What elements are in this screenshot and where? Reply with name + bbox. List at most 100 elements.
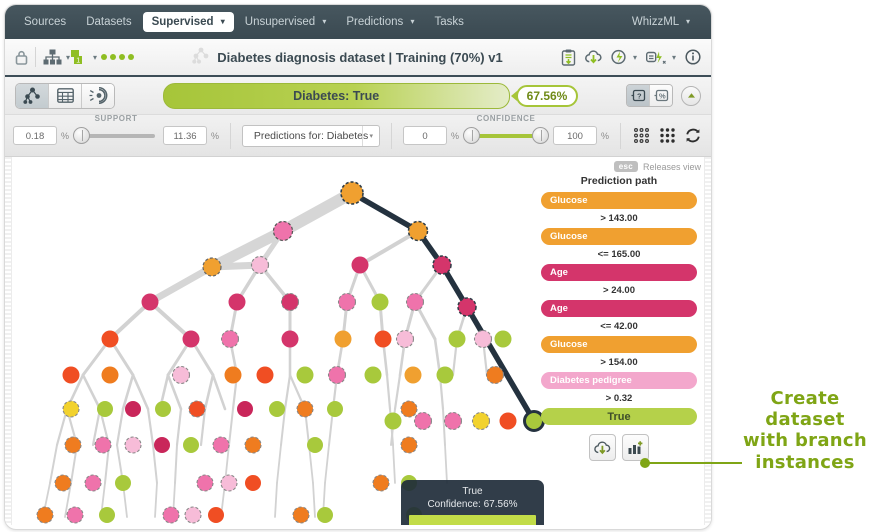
tree-node: [124, 436, 142, 454]
confidence-slider[interactable]: [463, 126, 550, 146]
view-toolbar: Diabetes: True 67.56% ? %: [5, 77, 711, 115]
model-type-icon[interactable]: ▾: [43, 49, 70, 65]
evaluation-icon[interactable]: ▾: [645, 49, 676, 65]
nav-item-predictions[interactable]: Predictions ▾: [337, 12, 423, 32]
path-step-field-label: Age: [550, 303, 568, 314]
collapse-panel-button[interactable]: [681, 85, 701, 106]
svg-text:1: 1: [76, 58, 80, 65]
field-select[interactable]: Predictions for: Diabetes ▾: [241, 124, 381, 147]
path-step-field[interactable]: Age: [541, 300, 697, 317]
info-icon[interactable]: [685, 49, 701, 65]
tree-node: [280, 292, 300, 312]
status-dots: [101, 54, 135, 60]
nav-item-supervised[interactable]: Supervised ▾: [142, 12, 234, 32]
view-table-button[interactable]: [49, 83, 82, 108]
cloud-download-icon[interactable]: [585, 49, 602, 65]
path-step-field-label: Glucose: [550, 231, 588, 242]
show-percent-toggle[interactable]: %: [650, 85, 672, 106]
tree-node: [473, 329, 493, 349]
tree-node: [184, 506, 202, 524]
tree-node: [36, 506, 54, 524]
support-min-input[interactable]: 0.18: [13, 126, 57, 145]
prediction-summary: Diabetes: True 67.56%: [123, 82, 618, 109]
nav-item-whizzml[interactable]: WhizzML ▾: [623, 12, 699, 32]
tree-node: [220, 329, 240, 349]
tree-node: [471, 411, 491, 431]
tree-node: [296, 400, 314, 418]
confidence-slider-min-knob[interactable]: [463, 127, 481, 144]
tree-node: [256, 366, 274, 384]
tree-node: [372, 474, 390, 492]
node-tooltip: True Confidence: 67.56% 8 instances 1.49…: [401, 480, 544, 525]
tree-node: [141, 293, 159, 311]
tree-node: [432, 255, 452, 275]
path-step-field-label: Diabetes pedigree: [550, 375, 632, 386]
node-density-icon[interactable]: [658, 125, 678, 147]
filter-fields-icon[interactable]: [632, 125, 652, 147]
objective-field-icon[interactable]: 1 ▾: [70, 49, 97, 65]
annotation-text: Create dataset with branch instances: [743, 388, 867, 473]
support-max-input[interactable]: 11.36: [163, 126, 208, 145]
chevron-down-icon: ▾: [685, 17, 690, 27]
tree-edges: [42, 187, 489, 518]
path-step-field[interactable]: Glucose: [541, 336, 697, 353]
tree-node: [494, 330, 512, 348]
divider: [620, 122, 621, 149]
divider: [391, 122, 393, 149]
support-slider[interactable]: [73, 126, 159, 146]
tree-node: [281, 330, 299, 348]
create-dataset-icon[interactable]: [622, 434, 649, 461]
view-options: ? %: [626, 84, 701, 107]
confidence-slider-max-knob[interactable]: [532, 127, 550, 144]
support-slider-min-knob[interactable]: [73, 127, 91, 144]
tree-node: [202, 257, 222, 277]
tree-node: [62, 366, 80, 384]
nav-item-tasks[interactable]: Tasks: [425, 12, 472, 32]
support-label: SUPPORT: [94, 113, 138, 123]
path-step-field[interactable]: Glucose: [541, 192, 697, 209]
reset-icon[interactable]: [683, 125, 703, 147]
tree-node: [188, 400, 206, 418]
path-step-condition: > 24.00: [603, 285, 635, 296]
nav-item-unsupervised[interactable]: Unsupervised ▾: [236, 12, 336, 32]
chevron-down-icon: ▾: [410, 17, 415, 27]
clipboard-download-icon[interactable]: [561, 49, 576, 66]
path-step-field[interactable]: Diabetes pedigree: [541, 372, 697, 389]
path-step-field[interactable]: Age: [541, 264, 697, 281]
path-step-field[interactable]: Glucose: [541, 228, 697, 245]
tree-node: [97, 401, 113, 417]
tree-node: [212, 436, 230, 454]
percent-sign: %: [451, 130, 460, 141]
tree-node: [224, 366, 242, 384]
tree-node: [196, 474, 214, 492]
nav-item-sources[interactable]: Sources: [15, 12, 75, 32]
page-title: Diabetes diagnosis dataset | Training (7…: [134, 47, 561, 67]
esc-hint: esc Releases view: [613, 161, 701, 172]
tree-canvas[interactable]: True Confidence: 67.56% 8 instances 1.49…: [5, 157, 711, 525]
tree-node: [208, 507, 224, 523]
tree-node: [64, 436, 82, 454]
nav-item-datasets[interactable]: Datasets: [77, 12, 140, 32]
tree-node: [405, 292, 425, 312]
view-sunburst-button[interactable]: [82, 83, 114, 108]
prediction-path-panel: esc Releases view Prediction path Glucos…: [537, 157, 701, 461]
annotation-leader-line: [646, 462, 742, 464]
tree-node: [272, 220, 294, 242]
esc-key-badge: esc: [613, 161, 638, 172]
batch-prediction-icon[interactable]: ▾: [611, 49, 637, 65]
show-legend-toggle[interactable]: ?: [627, 85, 650, 106]
download-branch-icon[interactable]: [589, 434, 616, 461]
filters-toolbar: SUPPORT 0.18 % 11.36 % Predictions for: …: [5, 113, 711, 157]
tree-node: [101, 330, 119, 348]
tree-node: [400, 436, 418, 454]
view-tree-button[interactable]: [16, 83, 49, 108]
lock-icon[interactable]: [15, 50, 28, 65]
tree-node: [183, 437, 199, 453]
tree-node: [155, 401, 171, 417]
tree-node: [84, 474, 102, 492]
confidence-max-input[interactable]: 100: [553, 126, 598, 145]
path-step-condition: > 0.32: [605, 393, 633, 404]
percent-sign: %: [61, 130, 70, 141]
path-step-condition: <= 165.00: [597, 249, 641, 260]
confidence-min-input[interactable]: 0: [403, 126, 448, 145]
